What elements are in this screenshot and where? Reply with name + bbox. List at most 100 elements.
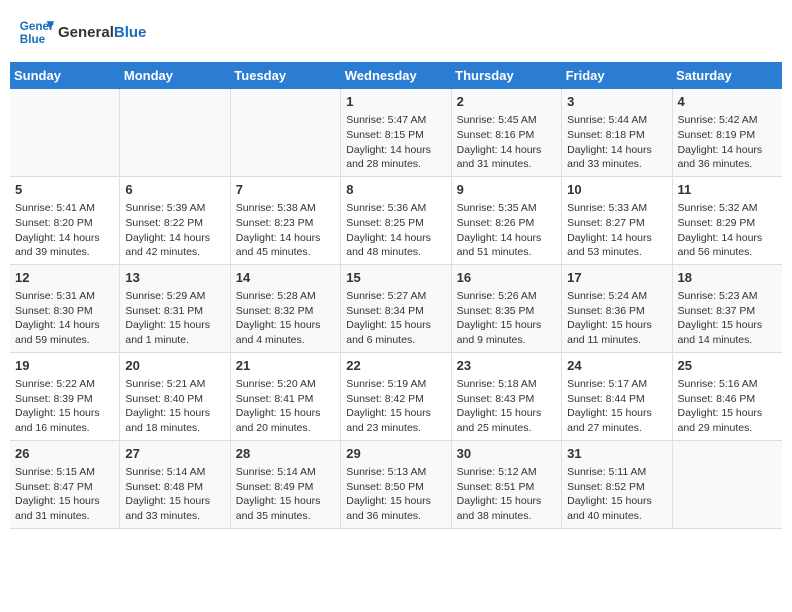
day-number: 29 — [346, 445, 445, 463]
day-cell: 11 Sunrise: 5:32 AM Sunset: 8:29 PM Dayli… — [672, 176, 782, 264]
day-number: 20 — [125, 357, 224, 375]
day-info: Sunrise: 5:14 AM Sunset: 8:49 PM Dayligh… — [236, 465, 335, 524]
day-number: 8 — [346, 181, 445, 199]
day-cell: 10 Sunrise: 5:33 AM Sunset: 8:27 PM Dayli… — [562, 176, 672, 264]
day-cell: 29Sunrise: 5:13 AM Sunset: 8:50 PM Dayli… — [341, 440, 451, 528]
col-monday: Monday — [120, 62, 230, 89]
day-number: 4 — [678, 93, 777, 111]
col-tuesday: Tuesday — [230, 62, 340, 89]
day-number: 10 — [567, 181, 666, 199]
day-cell: 24 Sunrise: 5:17 AM Sunset: 8:44 PM Dayli… — [562, 352, 672, 440]
day-number: 14 — [236, 269, 335, 287]
day-info: Sunrise: 5:31 AM Sunset: 8:30 PM Dayligh… — [15, 289, 114, 348]
day-cell: 7 Sunrise: 5:38 AM Sunset: 8:23 PM Daylig… — [230, 176, 340, 264]
col-saturday: Saturday — [672, 62, 782, 89]
day-cell: 12 Sunrise: 5:31 AM Sunset: 8:30 PM Dayli… — [10, 264, 120, 352]
day-cell: 27Sunrise: 5:14 AM Sunset: 8:48 PM Dayli… — [120, 440, 230, 528]
day-cell — [120, 89, 230, 176]
day-number: 12 — [15, 269, 114, 287]
day-info: Sunrise: 5:20 AM Sunset: 8:41 PM Dayligh… — [236, 377, 335, 436]
day-info: Sunrise: 5:18 AM Sunset: 8:43 PM Dayligh… — [457, 377, 556, 436]
col-sunday: Sunday — [10, 62, 120, 89]
day-cell: 1 Sunrise: 5:47 AM Sunset: 8:15 PM Daylig… — [341, 89, 451, 176]
col-wednesday: Wednesday — [341, 62, 451, 89]
day-number: 3 — [567, 93, 666, 111]
day-info: Sunrise: 5:28 AM Sunset: 8:32 PM Dayligh… — [236, 289, 335, 348]
day-number: 28 — [236, 445, 335, 463]
day-cell: 3 Sunrise: 5:44 AM Sunset: 8:18 PM Daylig… — [562, 89, 672, 176]
header-row: Sunday Monday Tuesday Wednesday Thursday… — [10, 62, 782, 89]
logo-text: GeneralBlue — [58, 24, 146, 41]
day-info: Sunrise: 5:32 AM Sunset: 8:29 PM Dayligh… — [678, 201, 777, 260]
day-info: Sunrise: 5:23 AM Sunset: 8:37 PM Dayligh… — [678, 289, 777, 348]
day-info: Sunrise: 5:27 AM Sunset: 8:34 PM Dayligh… — [346, 289, 445, 348]
day-info: Sunrise: 5:22 AM Sunset: 8:39 PM Dayligh… — [15, 377, 114, 436]
col-thursday: Thursday — [451, 62, 561, 89]
day-cell: 28 Sunrise: 5:14 AM Sunset: 8:49 PM Dayli… — [230, 440, 340, 528]
logo: General Blue GeneralBlue — [18, 14, 146, 50]
day-info: Sunrise: 5:35 AM Sunset: 8:26 PM Dayligh… — [457, 201, 556, 260]
week-row-1: 1 Sunrise: 5:47 AM Sunset: 8:15 PM Daylig… — [10, 89, 782, 176]
day-info: Sunrise: 5:15 AM Sunset: 8:47 PM Dayligh… — [15, 465, 114, 524]
day-cell: 19Sunrise: 5:22 AM Sunset: 8:39 PM Dayli… — [10, 352, 120, 440]
day-info: Sunrise: 5:21 AM Sunset: 8:40 PM Dayligh… — [125, 377, 224, 436]
calendar-header: Sunday Monday Tuesday Wednesday Thursday… — [10, 62, 782, 89]
day-cell: 31Sunrise: 5:11 AM Sunset: 8:52 PM Dayli… — [562, 440, 672, 528]
logo-icon: General Blue — [18, 14, 54, 50]
day-cell — [10, 89, 120, 176]
day-cell: 4Sunrise: 5:42 AM Sunset: 8:19 PM Daylig… — [672, 89, 782, 176]
day-info: Sunrise: 5:44 AM Sunset: 8:18 PM Dayligh… — [567, 113, 666, 172]
day-cell: 8 Sunrise: 5:36 AM Sunset: 8:25 PM Daylig… — [341, 176, 451, 264]
day-number: 21 — [236, 357, 335, 375]
day-cell: 26 Sunrise: 5:15 AM Sunset: 8:47 PM Dayli… — [10, 440, 120, 528]
day-cell: 16Sunrise: 5:26 AM Sunset: 8:35 PM Dayli… — [451, 264, 561, 352]
day-cell: 6Sunrise: 5:39 AM Sunset: 8:22 PM Daylig… — [120, 176, 230, 264]
day-cell — [672, 440, 782, 528]
day-info: Sunrise: 5:29 AM Sunset: 8:31 PM Dayligh… — [125, 289, 224, 348]
day-info: Sunrise: 5:41 AM Sunset: 8:20 PM Dayligh… — [15, 201, 114, 260]
day-number: 25 — [678, 357, 777, 375]
day-info: Sunrise: 5:24 AM Sunset: 8:36 PM Dayligh… — [567, 289, 666, 348]
day-cell: 21 Sunrise: 5:20 AM Sunset: 8:41 PM Dayli… — [230, 352, 340, 440]
day-number: 15 — [346, 269, 445, 287]
day-cell: 18 Sunrise: 5:23 AM Sunset: 8:37 PM Dayli… — [672, 264, 782, 352]
day-cell: 20 Sunrise: 5:21 AM Sunset: 8:40 PM Dayli… — [120, 352, 230, 440]
day-info: Sunrise: 5:17 AM Sunset: 8:44 PM Dayligh… — [567, 377, 666, 436]
day-cell: 14 Sunrise: 5:28 AM Sunset: 8:32 PM Dayli… — [230, 264, 340, 352]
day-cell: 5Sunrise: 5:41 AM Sunset: 8:20 PM Daylig… — [10, 176, 120, 264]
week-row-3: 12 Sunrise: 5:31 AM Sunset: 8:30 PM Dayli… — [10, 264, 782, 352]
day-cell: 25Sunrise: 5:16 AM Sunset: 8:46 PM Dayli… — [672, 352, 782, 440]
day-info: Sunrise: 5:33 AM Sunset: 8:27 PM Dayligh… — [567, 201, 666, 260]
day-number: 1 — [346, 93, 445, 111]
week-row-4: 19Sunrise: 5:22 AM Sunset: 8:39 PM Dayli… — [10, 352, 782, 440]
day-info: Sunrise: 5:45 AM Sunset: 8:16 PM Dayligh… — [457, 113, 556, 172]
day-number: 27 — [125, 445, 224, 463]
week-row-2: 5Sunrise: 5:41 AM Sunset: 8:20 PM Daylig… — [10, 176, 782, 264]
day-number: 9 — [457, 181, 556, 199]
week-row-5: 26 Sunrise: 5:15 AM Sunset: 8:47 PM Dayli… — [10, 440, 782, 528]
day-info: Sunrise: 5:39 AM Sunset: 8:22 PM Dayligh… — [125, 201, 224, 260]
day-cell: 23Sunrise: 5:18 AM Sunset: 8:43 PM Dayli… — [451, 352, 561, 440]
day-info: Sunrise: 5:47 AM Sunset: 8:15 PM Dayligh… — [346, 113, 445, 172]
day-number: 26 — [15, 445, 114, 463]
day-number: 13 — [125, 269, 224, 287]
day-cell: 15 Sunrise: 5:27 AM Sunset: 8:34 PM Dayli… — [341, 264, 451, 352]
day-info: Sunrise: 5:11 AM Sunset: 8:52 PM Dayligh… — [567, 465, 666, 524]
col-friday: Friday — [562, 62, 672, 89]
day-cell: 9 Sunrise: 5:35 AM Sunset: 8:26 PM Daylig… — [451, 176, 561, 264]
page-header: General Blue GeneralBlue — [10, 10, 782, 54]
svg-text:Blue: Blue — [20, 33, 46, 46]
day-cell — [230, 89, 340, 176]
day-number: 18 — [678, 269, 777, 287]
day-cell: 2 Sunrise: 5:45 AM Sunset: 8:16 PM Daylig… — [451, 89, 561, 176]
day-info: Sunrise: 5:38 AM Sunset: 8:23 PM Dayligh… — [236, 201, 335, 260]
day-cell: 30 Sunrise: 5:12 AM Sunset: 8:51 PM Dayli… — [451, 440, 561, 528]
day-number: 7 — [236, 181, 335, 199]
day-info: Sunrise: 5:12 AM Sunset: 8:51 PM Dayligh… — [457, 465, 556, 524]
day-number: 24 — [567, 357, 666, 375]
day-number: 30 — [457, 445, 556, 463]
day-number: 2 — [457, 93, 556, 111]
day-cell: 22Sunrise: 5:19 AM Sunset: 8:42 PM Dayli… — [341, 352, 451, 440]
day-number: 11 — [678, 181, 777, 199]
day-info: Sunrise: 5:36 AM Sunset: 8:25 PM Dayligh… — [346, 201, 445, 260]
